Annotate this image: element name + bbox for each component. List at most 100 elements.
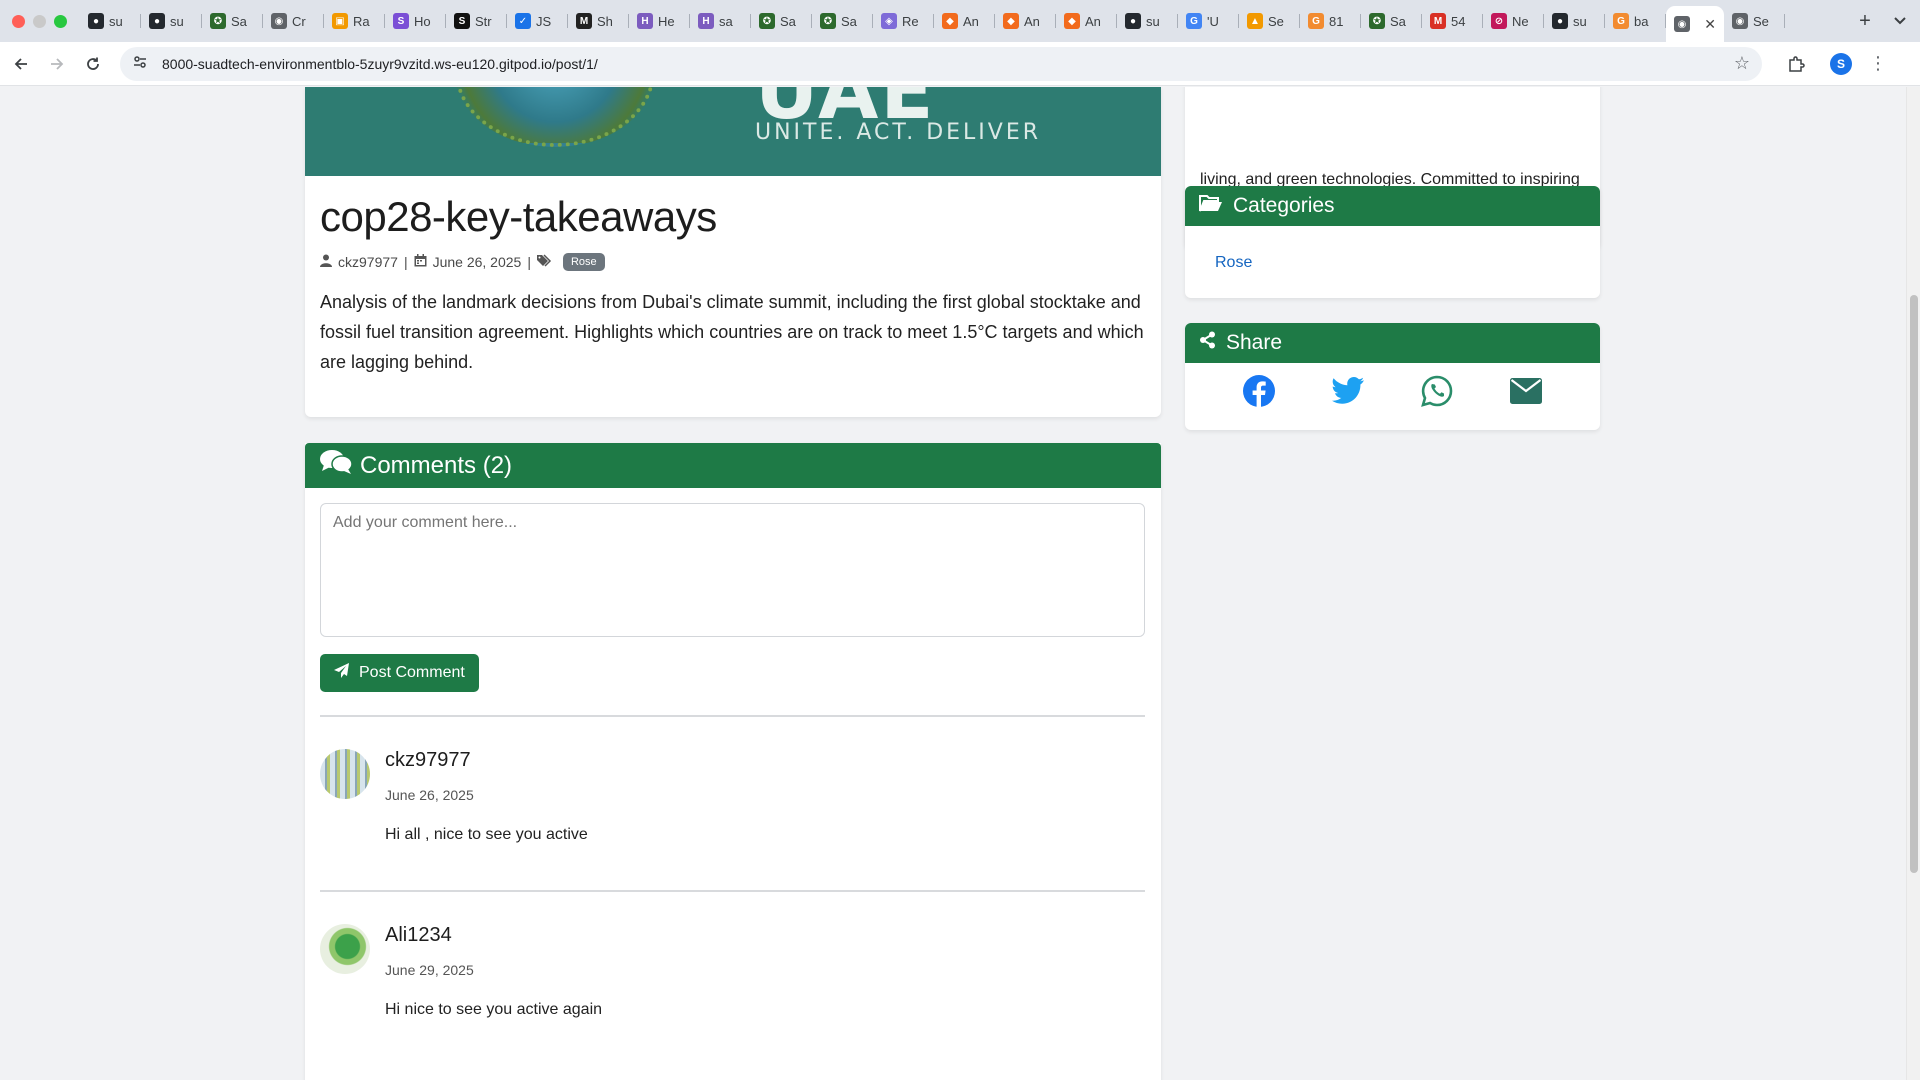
comment-author: Ali1234 <box>385 924 452 946</box>
tab-label: An <box>1024 13 1040 29</box>
browser-tab[interactable]: ✪ Sa <box>202 6 263 36</box>
active-browser-tab[interactable]: ◉ ✕ <box>1666 6 1724 42</box>
browser-tab[interactable]: ◆ An <box>934 6 995 36</box>
site-info-icon[interactable] <box>132 54 152 73</box>
browser-tab[interactable]: ● su <box>1544 6 1605 36</box>
post-title: cop28-key-takeaways <box>320 193 717 240</box>
globe-icon: ◉ <box>1732 13 1748 29</box>
globe-icon: ◉ <box>1674 16 1690 32</box>
box-icon: ◆ <box>1003 13 1019 29</box>
tab-label: Sa <box>780 13 796 29</box>
browser-tab[interactable]: ✪ Sa <box>1361 6 1422 36</box>
minimize-window-button[interactable] <box>33 14 46 28</box>
cube-icon: ◈ <box>881 13 897 29</box>
tab-label: ba <box>1634 13 1649 29</box>
tab-label: 'U <box>1207 13 1219 29</box>
maximize-window-button[interactable] <box>54 14 67 28</box>
profile-avatar[interactable]: S <box>1830 52 1852 75</box>
back-button[interactable] <box>6 49 36 79</box>
extensions-button[interactable] <box>1780 48 1812 80</box>
browser-tab[interactable]: ▣ Ra <box>324 6 385 36</box>
page-scrollbar[interactable] <box>1906 87 1920 1080</box>
tab-search-button[interactable] <box>1880 6 1920 36</box>
browser-tab[interactable]: ● su <box>80 6 141 36</box>
new-tab-button[interactable]: + <box>1850 6 1880 36</box>
comment-divider <box>320 890 1145 892</box>
comments-section: Comments (2) Post Comment ckz97977 June … <box>305 443 1161 1080</box>
browser-tab[interactable]: ✪ Sa <box>812 6 873 36</box>
scrollbar-thumb[interactable] <box>1910 295 1918 873</box>
github-icon: ● <box>149 13 165 29</box>
twitter-icon[interactable] <box>1332 375 1365 407</box>
address-bar[interactable]: 8000-suadtech-environmentblo-5zuyr9vzitd… <box>120 46 1762 81</box>
comment-author: ckz97977 <box>385 749 471 771</box>
browser-tab[interactable]: S Str <box>446 6 507 36</box>
browser-tab[interactable]: Gba <box>1605 6 1666 36</box>
star-icon: ✪ <box>1369 13 1385 29</box>
browser-tab[interactable]: ▲ Se <box>1239 6 1300 36</box>
close-window-button[interactable] <box>12 14 25 28</box>
window-controls <box>0 14 80 28</box>
bookmark-star-icon[interactable]: ☆ <box>1734 53 1750 74</box>
tab-label: Ra <box>353 13 370 29</box>
post-comment-button[interactable]: Post Comment <box>320 654 479 692</box>
browser-tab[interactable]: ◈ Re <box>873 6 934 36</box>
url-text[interactable]: 8000-suadtech-environmentblo-5zuyr9vzitd… <box>162 56 1734 72</box>
browser-menu-icon[interactable]: ⋮ <box>1866 49 1890 79</box>
browser-tab[interactable]: M Sh <box>568 6 629 36</box>
hero-slogan: UNITE. ACT. DELIVER <box>755 120 1042 145</box>
browser-tab[interactable]: ● su <box>1117 6 1178 36</box>
h-icon: H <box>637 13 653 29</box>
email-icon[interactable] <box>1509 375 1542 407</box>
tab-label: An <box>963 13 979 29</box>
reload-button[interactable] <box>78 49 108 79</box>
star-icon: ✪ <box>820 13 836 29</box>
post-comment-label: Post Comment <box>359 664 465 681</box>
tag-badge[interactable]: Rose <box>562 253 605 271</box>
category-link[interactable]: Rose <box>1215 254 1252 272</box>
paper-plane-icon <box>334 663 349 683</box>
browser-tab[interactable]: ◆ An <box>1056 6 1117 36</box>
browser-tab[interactable]: G 'U <box>1178 6 1239 36</box>
star-icon: ✪ <box>210 13 226 29</box>
browser-tab[interactable]: ● su <box>141 6 202 36</box>
github-icon: ● <box>1125 13 1141 29</box>
globe-icon: ◉ <box>271 13 287 29</box>
close-tab-icon[interactable]: ✕ <box>1704 16 1716 33</box>
forward-button[interactable] <box>42 49 72 79</box>
tab-label: Cr <box>292 13 306 29</box>
tab-label: He <box>658 13 675 29</box>
browser-tab[interactable]: M 54 <box>1422 6 1483 36</box>
comment-date: June 29, 2025 <box>385 962 474 978</box>
tab-label: su <box>1146 13 1160 29</box>
comment-textarea[interactable] <box>320 503 1145 637</box>
avatar <box>320 924 370 974</box>
whatsapp-icon[interactable] <box>1420 375 1453 407</box>
comment-date: June 26, 2025 <box>385 787 474 803</box>
browser-tab[interactable]: Hsa <box>690 6 751 36</box>
tab-label: Ne <box>1512 13 1529 29</box>
post-author[interactable]: ckz97977 <box>338 254 398 270</box>
tab-label: sa <box>719 13 733 29</box>
browser-tab[interactable]: S Ho <box>385 6 446 36</box>
browser-tab[interactable]: ✪ Sa <box>751 6 812 36</box>
browser-tab[interactable]: H He <box>629 6 690 36</box>
meta-separator: | <box>403 254 408 270</box>
share-title: Share <box>1226 331 1283 354</box>
tab-label: Ho <box>414 13 431 29</box>
facebook-icon[interactable] <box>1243 375 1276 407</box>
share-header: Share <box>1185 323 1600 363</box>
tab-label: Sa <box>841 13 857 29</box>
tab-label: Se <box>1753 13 1769 29</box>
browser-tab[interactable]: ◆ An <box>995 6 1056 36</box>
browser-tab[interactable]: ✓ JS <box>507 6 568 36</box>
browser-tab[interactable]: G 81 <box>1300 6 1361 36</box>
browser-tab[interactable]: ◉ Cr <box>263 6 324 36</box>
no-icon: ⊘ <box>1491 13 1507 29</box>
meta-separator: | <box>527 254 531 270</box>
browser-tab[interactable]: ⊘ Ne <box>1483 6 1544 36</box>
tab-label: Sh <box>597 13 613 29</box>
comment-text: Hi nice to see you active again <box>385 1001 603 1018</box>
browser-tab[interactable]: ◉ Se <box>1724 6 1785 36</box>
tab-label: 81 <box>1329 13 1344 29</box>
